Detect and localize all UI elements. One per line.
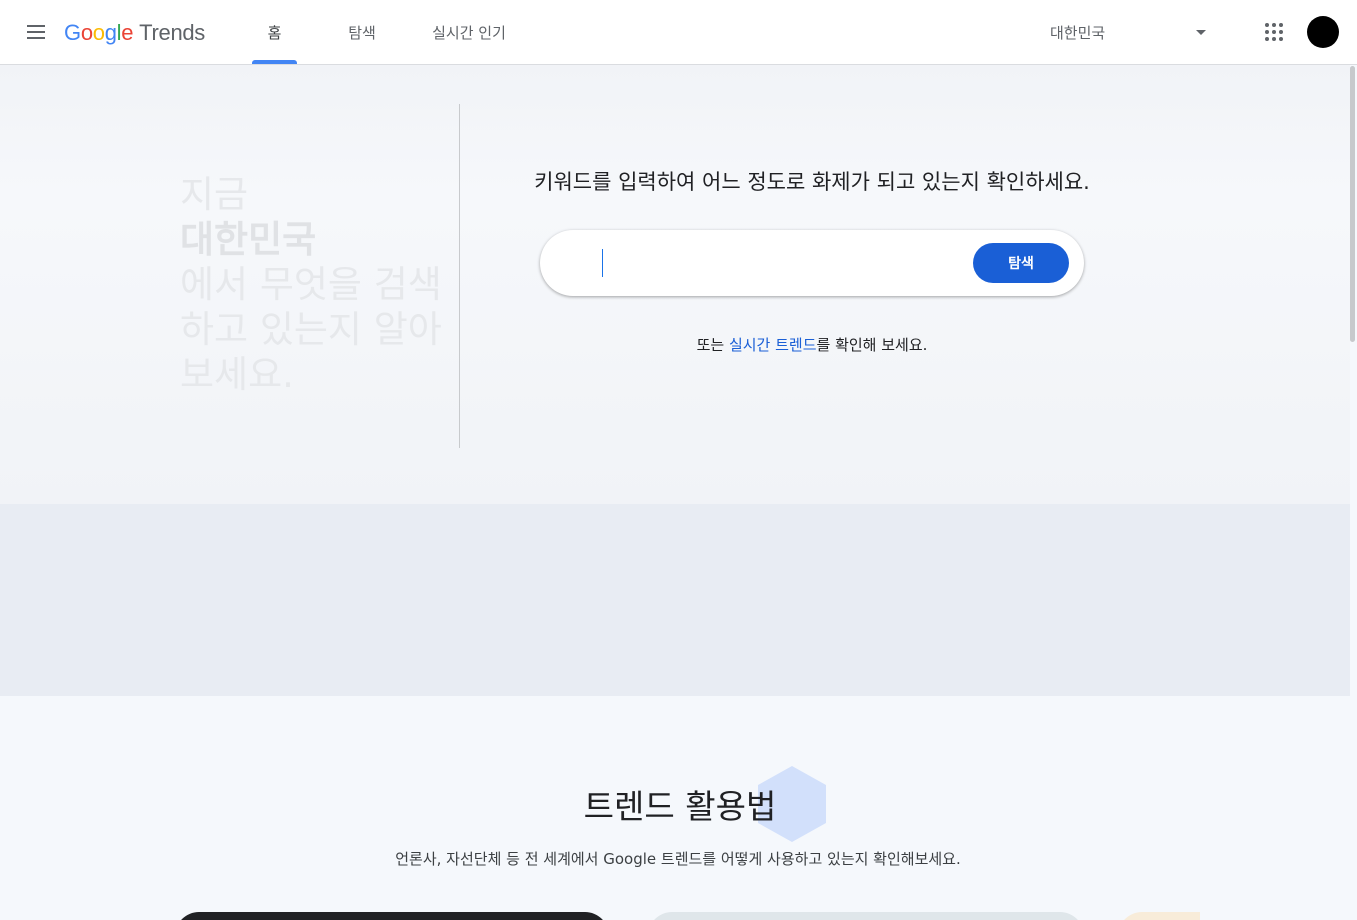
search-box[interactable]: 탐색 (540, 230, 1084, 296)
section-title: 트렌드 활용법 (583, 787, 777, 826)
region-select[interactable]: 대한민국 (1040, 14, 1216, 50)
featured-band (0, 504, 1350, 696)
hero-divider (459, 104, 460, 448)
search-input[interactable] (600, 246, 960, 280)
caret-down-icon (1196, 30, 1206, 35)
apps-grid-icon[interactable] (1262, 20, 1286, 44)
avatar[interactable] (1307, 16, 1339, 48)
text-cursor (602, 249, 603, 277)
tab-explore[interactable]: 탐색 (334, 0, 390, 64)
tab-trending-now[interactable]: 실시간 인기 (420, 0, 518, 64)
tab-home[interactable]: 홈 (252, 0, 297, 64)
hero-tagline: 지금 대한민국 에서 무엇을 검색 하고 있는지 알아 보세요. (180, 173, 442, 396)
story-card[interactable] (175, 912, 609, 920)
trending-now-hint: 또는 실시간 트렌드를 확인해 보세요. (696, 336, 928, 354)
trending-now-link[interactable]: 실시간 트렌드 (729, 336, 817, 354)
story-card[interactable] (648, 912, 1084, 920)
scrollbar[interactable] (1350, 66, 1355, 342)
search-prompt: 키워드를 입력하여 어느 정도로 화제가 되고 있는지 확인하세요. (534, 170, 1090, 194)
section-description: 언론사, 자선단체 등 전 세계에서 Google 트렌드를 어떻게 사용하고 … (395, 850, 961, 868)
top-app-bar: Google Trends 홈 탐색 실시간 인기 대한민국 (0, 0, 1357, 65)
explore-button[interactable]: 탐색 (973, 243, 1069, 283)
google-trends-logo[interactable]: Google Trends (64, 18, 205, 48)
menu-icon[interactable] (22, 18, 50, 46)
